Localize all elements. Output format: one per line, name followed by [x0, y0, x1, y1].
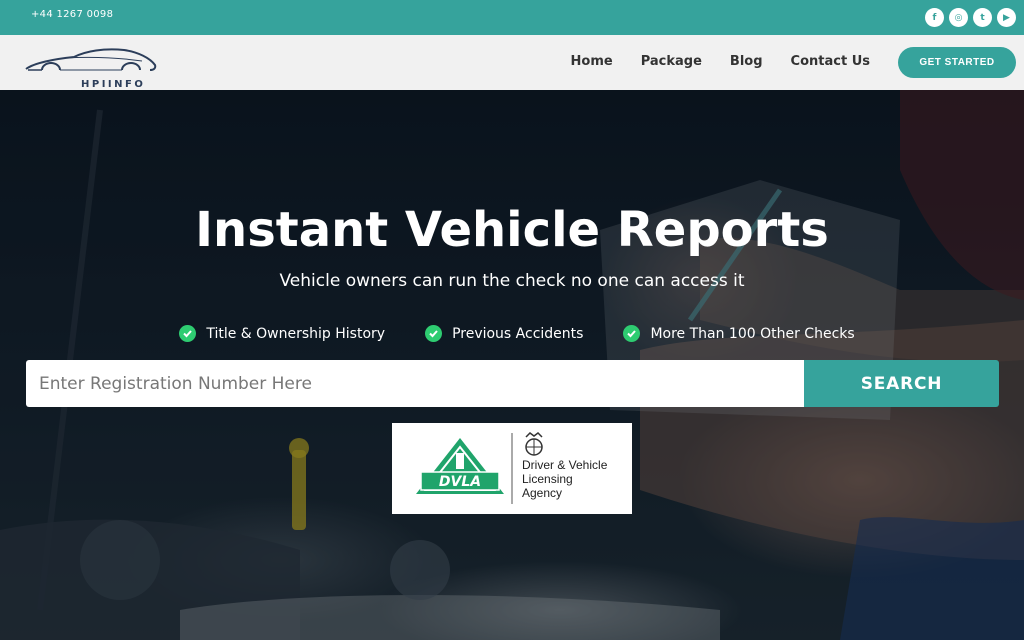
hero-section: Instant Vehicle Reports Vehicle owners c… — [0, 90, 1024, 640]
dvla-badge-icon: DVLA Driver & Vehicle Licensing Agency — [416, 432, 608, 504]
dvla-agency-line-2: Licensing — [522, 472, 573, 486]
nav-link-contact[interactable]: Contact Us — [791, 54, 870, 69]
dvla-badge-text: DVLA — [439, 474, 481, 490]
site-logo[interactable]: HPIINFO — [24, 45, 158, 90]
hero-subtitle: Vehicle owners can run the check no one … — [279, 271, 745, 291]
social-links: f ◎ t ▶ — [925, 8, 1016, 27]
get-started-button[interactable]: GET STARTED — [898, 47, 1016, 78]
hero-title: Instant Vehicle Reports — [195, 202, 829, 258]
facebook-icon[interactable]: f — [925, 8, 944, 27]
twitter-icon[interactable]: t — [973, 8, 992, 27]
feature-item: Previous Accidents — [425, 325, 583, 342]
nav-links: Home Package Blog Contact Us — [571, 54, 870, 69]
nav-link-blog[interactable]: Blog — [730, 54, 763, 69]
registration-search-input[interactable] — [26, 360, 805, 407]
check-circle-icon — [623, 325, 641, 342]
youtube-icon[interactable]: ▶ — [997, 8, 1016, 27]
royal-crest-icon — [525, 432, 543, 456]
phone-number[interactable]: +44 1267 0098 — [31, 9, 113, 20]
main-navbar: HPIINFO Home Package Blog Contact Us GET… — [0, 35, 1024, 90]
feature-item: Title & Ownership History — [179, 325, 385, 342]
dvla-agency-line-1: Driver & Vehicle — [522, 458, 608, 472]
nav-link-home[interactable]: Home — [571, 54, 613, 69]
logo-text: HPIINFO — [81, 79, 146, 90]
feature-label: Previous Accidents — [452, 325, 584, 342]
instagram-icon[interactable]: ◎ — [949, 8, 968, 27]
nav-link-package[interactable]: Package — [641, 54, 702, 69]
feature-label: More Than 100 Other Checks — [650, 325, 855, 342]
check-circle-icon — [179, 325, 197, 342]
dvla-agency-line-3: Agency — [522, 486, 562, 500]
feature-label: Title & Ownership History — [206, 325, 386, 342]
feature-list: Title & Ownership History Previous Accid… — [0, 325, 1024, 342]
search-button[interactable]: SEARCH — [804, 360, 999, 407]
dvla-logo: DVLA Driver & Vehicle Licensing Agency — [392, 423, 632, 514]
check-circle-icon — [425, 325, 443, 342]
feature-item: More Than 100 Other Checks — [623, 325, 855, 342]
top-bar: +44 1267 0098 f ◎ t ▶ — [0, 0, 1024, 35]
car-logo-icon — [25, 48, 157, 71]
